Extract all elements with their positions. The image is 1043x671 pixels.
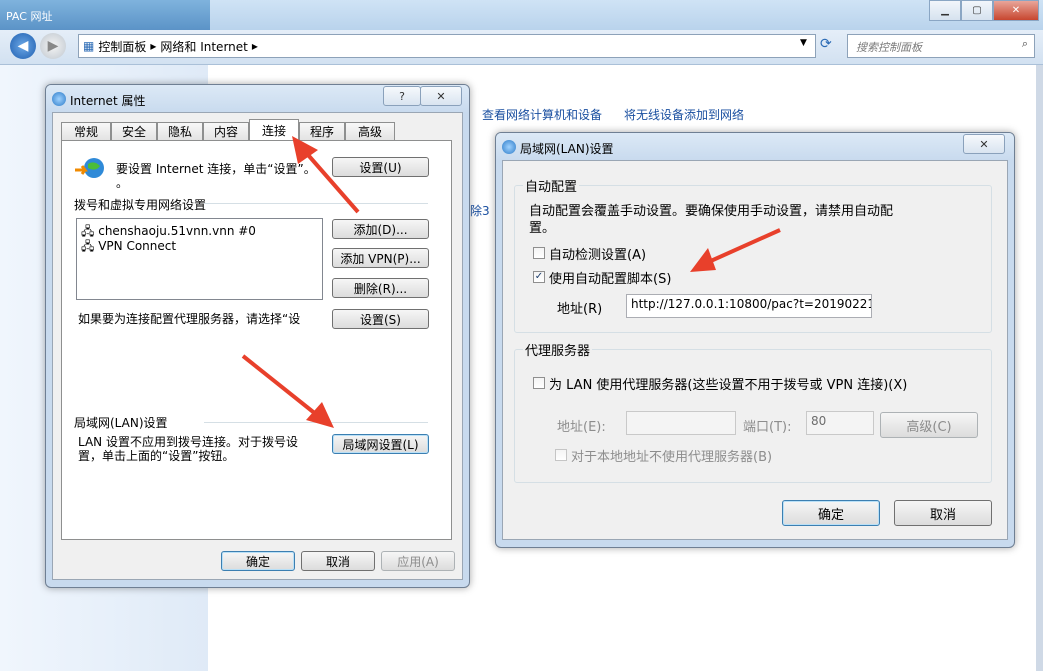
arrow-to-use-script-checkbox: [690, 228, 781, 272]
arrow-to-lan-settings-button: [241, 354, 334, 428]
annotation-arrows: [241, 136, 781, 428]
arrow-to-connections-tab: [292, 136, 360, 214]
